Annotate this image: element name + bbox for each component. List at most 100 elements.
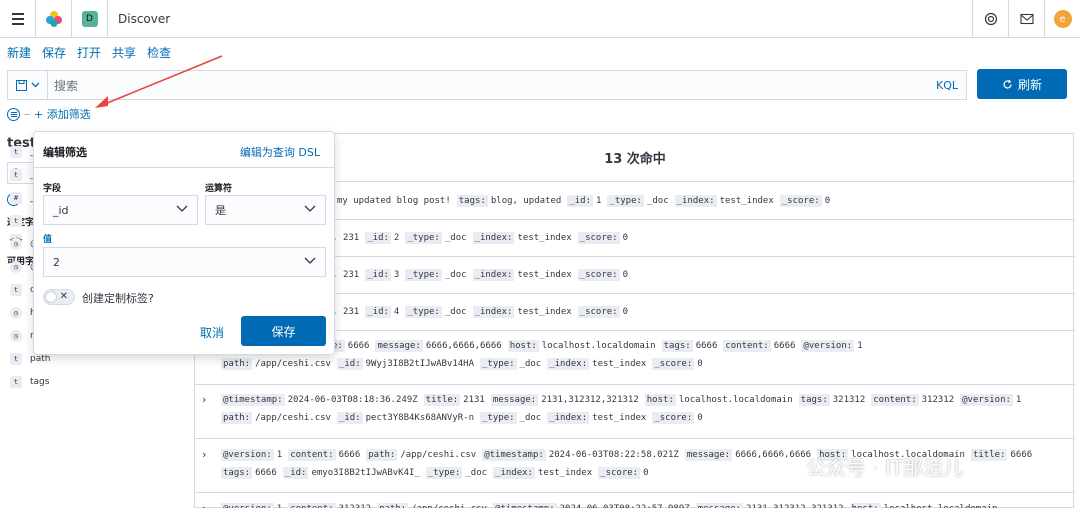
doc-field-value: localhost.localdomain (541, 341, 656, 351)
field-name: path (30, 354, 51, 364)
field-select[interactable]: _id (43, 195, 198, 225)
doc-field-key: @timestamp: (221, 394, 285, 406)
doc-field-key: _type: (480, 358, 517, 370)
clock-icon: ◷ (10, 307, 22, 319)
doc-field-value: test_index (517, 307, 572, 317)
doc-field-value: 0 (643, 468, 649, 478)
refresh-button[interactable]: 刷新 (977, 69, 1067, 99)
save-button[interactable]: 保存 (241, 316, 326, 346)
doc-field-key: _score: (652, 412, 695, 424)
doc-field-key: _id: (365, 306, 391, 318)
clock-icon: ◷ (10, 261, 22, 273)
doc-field-key: _score: (577, 306, 620, 318)
doc-field-value: localhost.localdomain (884, 504, 998, 508)
doc-field-value: 0 (824, 196, 831, 206)
expand-chevron-icon[interactable]: › (202, 446, 206, 464)
doc-field-key: _score: (779, 195, 822, 207)
doc-field-value: 1 (857, 341, 863, 351)
doc-field-value: 6666 (338, 450, 361, 460)
app-title: Discover (118, 11, 171, 26)
doc-field-value: _doc (444, 307, 467, 317)
add-filter-link[interactable]: + 添加筛选 (34, 106, 91, 122)
clock-icon: ◷ (10, 330, 22, 342)
menu-inspect[interactable]: 检查 (147, 44, 171, 64)
value-label: 值 (43, 235, 53, 245)
doc-field-value: test_index (592, 359, 647, 369)
sidebar-field[interactable]: t_ (10, 166, 35, 184)
doc-field-key: path: (221, 412, 253, 424)
value-select[interactable]: 2 (43, 247, 326, 277)
cancel-button[interactable]: 取消 (200, 324, 224, 341)
doc-field-value: /app/ceshi.csv (255, 359, 331, 369)
doc-field-value: 6666 (347, 341, 370, 351)
search-input[interactable]: 搜索 (48, 77, 936, 94)
doc-field-value: test_index (592, 413, 647, 423)
expand-chevron-icon[interactable]: › (202, 500, 206, 508)
query-bar: 搜索 KQL (7, 70, 967, 100)
doc-field-value: 6666 (255, 468, 277, 478)
custom-label-toggle[interactable]: ✕ (43, 289, 75, 305)
elastic-logo-icon[interactable] (36, 0, 72, 38)
doc-field-key: _type: (425, 467, 463, 479)
menu-new[interactable]: 新建 (7, 44, 31, 64)
doc-field-key: message: (684, 449, 733, 461)
operator-select[interactable]: 是 (205, 195, 326, 225)
doc-field-value: test_index (537, 468, 593, 478)
doc-field-value: 3 (393, 270, 400, 280)
doc-field-value: 2131,312312,321312 (746, 504, 844, 508)
doc-field-value: 2024-06-03T08:22:58.021Z (548, 450, 679, 460)
doc-field-value: 1 (596, 196, 602, 206)
doc-field-key: _id: (365, 232, 391, 244)
doc-field-key: path: (377, 503, 409, 508)
doc-field-key: _index: (547, 358, 590, 370)
field-name: tags (30, 377, 50, 387)
doc-field-key: _type: (405, 306, 442, 318)
sidebar-field[interactable]: t_ (10, 212, 35, 230)
help-icon[interactable] (972, 0, 1008, 38)
query-language-switch[interactable]: KQL (936, 79, 966, 92)
saved-query-button[interactable] (8, 71, 48, 99)
menu-share[interactable]: 共享 (112, 44, 136, 64)
doc-field-key: _index: (493, 467, 535, 479)
filter-separator: – (24, 107, 30, 121)
top-nav-menu: 新建 保存 打开 共享 检查 (0, 44, 171, 64)
table-row[interactable]: › @timestamp: 2024-06-03T08:18:36.249Z titl… (195, 385, 1075, 439)
doc-field-value: 6666 (695, 341, 718, 351)
doc-field-key: @timestamp: (493, 503, 557, 508)
doc-field-value: _doc (444, 233, 467, 243)
doc-field-value: 1 (277, 504, 282, 508)
doc-field-value: /app/ceshi.csv (255, 413, 331, 423)
doc-field-key: @version: (801, 340, 855, 352)
space-selector[interactable]: D (72, 0, 108, 38)
refresh-icon (1003, 79, 1012, 88)
doc-field-key: title: (423, 394, 461, 406)
toggle-knob (45, 291, 57, 303)
user-menu[interactable]: e (1044, 0, 1080, 38)
doc-field-key: _score: (577, 232, 620, 244)
filter-options-icon[interactable] (7, 107, 20, 121)
edit-as-dsl-link[interactable]: 编辑为查询 DSL (240, 144, 320, 160)
menu-open[interactable]: 打开 (77, 44, 101, 64)
close-icon: ✕ (59, 291, 68, 302)
sidebar-field[interactable]: #_ (10, 189, 35, 207)
doc-field-value: 6666 (1010, 450, 1033, 460)
doc-field-key: @version: (960, 394, 1013, 406)
refresh-label: 刷新 (1017, 77, 1042, 92)
menu-save[interactable]: 保存 (42, 44, 66, 64)
doc-field-value: 0 (622, 233, 629, 243)
value-select-value: 2 (53, 255, 60, 269)
chevron-down-icon (304, 257, 316, 264)
table-row[interactable]: › @version:1 content:312312 path:/app/ceshi… (195, 493, 1075, 508)
edit-filter-popover: 编辑筛选 编辑为查询 DSL 字段 _id 运算符 是 值 2 ✕ 创建定制标签… (33, 131, 335, 355)
expand-chevron-icon[interactable]: › (202, 391, 206, 409)
doc-field-value: localhost.localdomain (678, 395, 793, 405)
doc-field-key: _type: (480, 412, 517, 424)
sidebar-field[interactable]: t_ (10, 143, 35, 161)
sidebar-field[interactable]: t tags (10, 373, 49, 391)
string-icon: t (10, 169, 22, 181)
number-icon: # (10, 192, 22, 204)
mail-icon[interactable] (1008, 0, 1044, 38)
popover-header: 编辑筛选 编辑为查询 DSL (34, 132, 334, 168)
doc-field-key: @version: (221, 449, 274, 461)
menu-toggle-icon[interactable] (0, 0, 36, 38)
